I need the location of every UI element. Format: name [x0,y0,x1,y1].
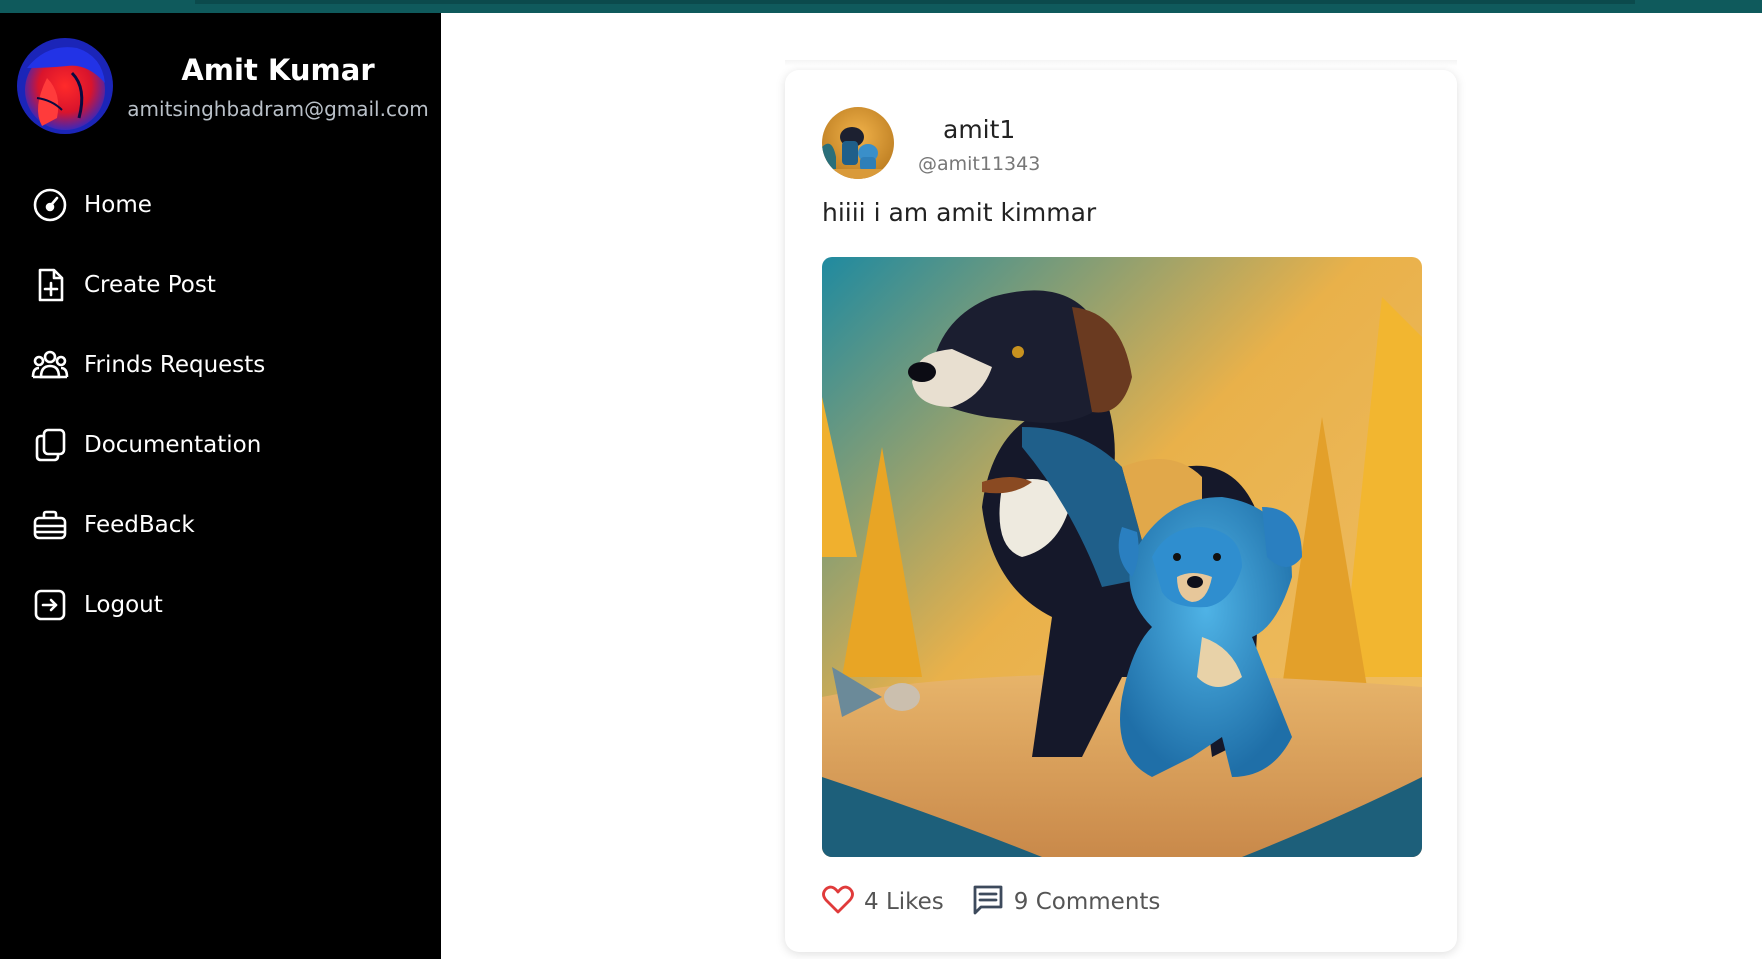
sidebar-item-create-post[interactable]: Create Post [31,265,216,305]
users-group-icon [31,346,69,384]
sidebar-item-logout[interactable]: Logout [31,585,163,625]
like-button[interactable]: 4 Likes [822,885,944,919]
post-text: hiiii i am amit kimmar [822,198,1097,227]
sidebar-item-label: Logout [84,592,163,618]
comments-button[interactable]: 9 Comments [972,884,1161,920]
sidebar-item-documentation[interactable]: Documentation [31,425,261,465]
comment-icon [972,884,1004,920]
top-strip-inner [195,0,1635,4]
heart-icon [822,885,854,919]
dashboard-gauge-icon [31,186,69,224]
sidebar-item-feedback[interactable]: FeedBack [31,505,195,545]
sidebar-item-friends-requests[interactable]: Frinds Requests [31,345,265,385]
sidebar-item-label: Frinds Requests [84,352,266,378]
briefcase-icon [31,506,69,544]
sidebar: Amit Kumar amitsinghbadram@gmail.com Hom… [0,13,441,959]
copy-documents-icon [31,426,69,464]
sidebar-item-label: FeedBack [84,512,195,538]
post-author-avatar[interactable] [822,107,894,179]
post-actions: 4 Likes 9 Comments [822,882,1188,922]
comments-count: 9 Comments [1013,889,1161,915]
sidebar-item-label: Home [84,192,152,218]
sidebar-item-label: Create Post [84,272,216,298]
logout-arrow-icon [31,586,69,624]
post-handle: @amit11343 [918,153,1041,175]
post-image[interactable] [822,257,1422,857]
sidebar-item-home[interactable]: Home [31,185,152,225]
card-top-shadow [785,60,1457,66]
sidebar-item-label: Documentation [84,432,262,458]
likes-count: 4 Likes [864,889,944,915]
file-plus-icon [31,266,69,304]
profile-email: amitsinghbadram@gmail.com [127,97,429,121]
post-card: amit1 @amit11343 hiiii i am amit kimmar [785,70,1457,952]
post-username[interactable]: amit1 [943,115,1015,144]
browser-top-strip [0,0,1762,13]
profile-name: Amit Kumar [181,53,375,87]
profile-avatar[interactable] [17,38,113,134]
